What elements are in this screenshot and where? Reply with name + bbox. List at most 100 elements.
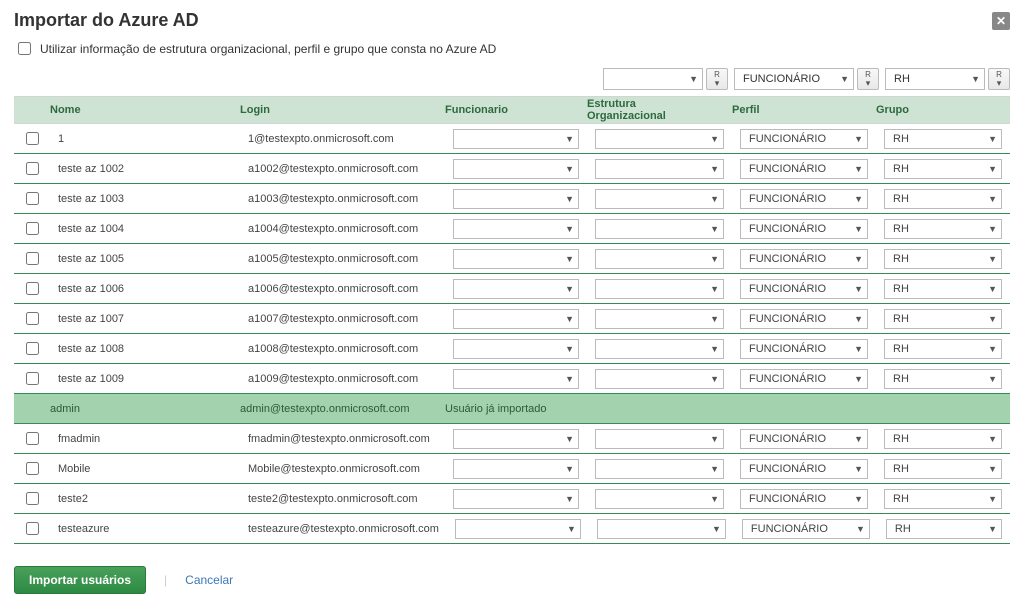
chevron-down-icon: ▼	[710, 374, 719, 384]
row-estrutura-combo[interactable]: ▼	[595, 129, 724, 149]
row-estrutura-combo[interactable]: ▼	[595, 249, 724, 269]
row-select-checkbox[interactable]	[26, 462, 39, 475]
row-grupo-combo[interactable]: RH▼	[886, 519, 1002, 539]
row-grupo-combo[interactable]: RH▼	[884, 129, 1002, 149]
row-select-checkbox[interactable]	[26, 132, 39, 145]
row-grupo-combo[interactable]: RH▼	[884, 219, 1002, 239]
chevron-down-icon: ▼	[710, 254, 719, 264]
row-estrutura-combo[interactable]: ▼	[595, 159, 724, 179]
bulk-perfil-combo[interactable]: FUNCIONÁRIO ▼	[734, 68, 854, 90]
row-perfil-combo-value: FUNCIONÁRIO	[749, 493, 826, 505]
row-grupo-combo[interactable]: RH▼	[884, 459, 1002, 479]
chevron-down-icon: ▼	[854, 344, 863, 354]
row-estrutura-combo[interactable]: ▼	[597, 519, 726, 539]
row-grupo-combo-value: RH	[893, 433, 909, 445]
row-estrutura-combo[interactable]: ▼	[595, 219, 724, 239]
col-perfil: Perfil	[724, 104, 868, 116]
row-estrutura-combo[interactable]: ▼	[595, 459, 724, 479]
row-estrutura-combo[interactable]: ▼	[595, 429, 724, 449]
row-funcionario-combo[interactable]: ▼	[453, 429, 579, 449]
row-estrutura-combo[interactable]: ▼	[595, 309, 724, 329]
bulk-funcionario-combo[interactable]: ▼	[603, 68, 703, 90]
row-estrutura-combo[interactable]: ▼	[595, 339, 724, 359]
row-estrutura-combo[interactable]: ▼	[595, 489, 724, 509]
cancel-link[interactable]: Cancelar	[185, 573, 233, 587]
row-select-checkbox[interactable]	[26, 282, 39, 295]
row-perfil-combo[interactable]: FUNCIONÁRIO▼	[740, 189, 868, 209]
chevron-down-icon: ▼	[710, 344, 719, 354]
chevron-down-icon: ▼	[565, 164, 574, 174]
row-grupo-combo[interactable]: RH▼	[884, 339, 1002, 359]
row-grupo-combo[interactable]: RH▼	[884, 309, 1002, 329]
import-users-button[interactable]: Importar usuários	[14, 566, 146, 594]
row-select-checkbox[interactable]	[26, 342, 39, 355]
row-grupo-combo[interactable]: RH▼	[884, 489, 1002, 509]
row-grupo-combo[interactable]: RH▼	[884, 279, 1002, 299]
row-funcionario-combo[interactable]: ▼	[453, 129, 579, 149]
row-estrutura-combo[interactable]: ▼	[595, 279, 724, 299]
row-select-checkbox[interactable]	[26, 252, 39, 265]
cell-nome: teste az 1008	[50, 343, 240, 355]
row-grupo-combo[interactable]: RH▼	[884, 159, 1002, 179]
row-select-checkbox[interactable]	[26, 372, 39, 385]
row-perfil-combo[interactable]: FUNCIONÁRIO▼	[740, 489, 868, 509]
row-perfil-combo[interactable]: FUNCIONÁRIO▼	[740, 219, 868, 239]
row-select-checkbox[interactable]	[26, 432, 39, 445]
row-funcionario-combo[interactable]: ▼	[453, 459, 579, 479]
row-perfil-combo[interactable]: FUNCIONÁRIO▼	[740, 309, 868, 329]
row-perfil-combo[interactable]: FUNCIONÁRIO▼	[740, 369, 868, 389]
row-estrutura-combo[interactable]: ▼	[595, 189, 724, 209]
row-select-checkbox[interactable]	[26, 492, 39, 505]
row-funcionario-combo[interactable]: ▼	[453, 249, 579, 269]
row-funcionario-combo[interactable]: ▼	[455, 519, 581, 539]
row-perfil-combo[interactable]: FUNCIONÁRIO▼	[740, 429, 868, 449]
row-perfil-combo-value: FUNCIONÁRIO	[749, 193, 826, 205]
chevron-down-icon: ▼	[565, 464, 574, 474]
row-funcionario-combo[interactable]: ▼	[453, 339, 579, 359]
use-azure-info-checkbox[interactable]	[18, 42, 31, 55]
row-perfil-combo[interactable]: FUNCIONÁRIO▼	[740, 279, 868, 299]
chevron-down-icon: ▼	[565, 254, 574, 264]
row-funcionario-combo[interactable]: ▼	[453, 189, 579, 209]
row-funcionario-combo[interactable]: ▼	[453, 219, 579, 239]
bulk-apply-grupo-button[interactable]: R ▾	[988, 68, 1010, 90]
row-funcionario-combo[interactable]: ▼	[453, 489, 579, 509]
chevron-down-icon: ▼	[988, 224, 997, 234]
row-select-checkbox[interactable]	[26, 222, 39, 235]
row-perfil-combo[interactable]: FUNCIONÁRIO▼	[740, 249, 868, 269]
row-grupo-combo[interactable]: RH▼	[884, 189, 1002, 209]
bulk-apply-perfil-button[interactable]: R ▾	[857, 68, 879, 90]
row-funcionario-combo[interactable]: ▼	[453, 279, 579, 299]
row-select-checkbox[interactable]	[26, 162, 39, 175]
row-funcionario-combo[interactable]: ▼	[453, 369, 579, 389]
row-select-checkbox[interactable]	[26, 192, 39, 205]
cell-nome: fmadmin	[50, 433, 240, 445]
chevron-down-icon: ▼	[856, 524, 865, 534]
row-funcionario-combo[interactable]: ▼	[453, 309, 579, 329]
chevron-down-icon: ▼	[854, 254, 863, 264]
bulk-apply-estrutura-button[interactable]: R ▾	[706, 68, 728, 90]
row-grupo-combo-value: RH	[895, 523, 911, 535]
chevron-down-icon: ▼	[988, 464, 997, 474]
bulk-grupo-combo[interactable]: RH ▼	[885, 68, 985, 90]
row-grupo-combo[interactable]: RH▼	[884, 249, 1002, 269]
chevron-down-icon: ▼	[988, 254, 997, 264]
row-grupo-combo[interactable]: RH▼	[884, 369, 1002, 389]
row-perfil-combo[interactable]: FUNCIONÁRIO▼	[740, 129, 868, 149]
chevron-down-icon: ▼	[565, 194, 574, 204]
row-perfil-combo[interactable]: FUNCIONÁRIO▼	[740, 459, 868, 479]
row-select-checkbox[interactable]	[26, 522, 39, 535]
table-row: teste2teste2@testexpto.onmicrosoft.com▼▼…	[14, 484, 1010, 514]
row-perfil-combo[interactable]: FUNCIONÁRIO▼	[740, 159, 868, 179]
row-select-checkbox[interactable]	[26, 312, 39, 325]
chevron-down-icon: ▼	[854, 314, 863, 324]
row-perfil-combo[interactable]: FUNCIONÁRIO▼	[742, 519, 870, 539]
chevron-down-icon: ▼	[710, 194, 719, 204]
table-row: teste az 1007a1007@testexpto.onmicrosoft…	[14, 304, 1010, 334]
row-perfil-combo[interactable]: FUNCIONÁRIO▼	[740, 339, 868, 359]
close-icon[interactable]: ✕	[992, 12, 1010, 30]
row-grupo-combo[interactable]: RH▼	[884, 429, 1002, 449]
row-funcionario-combo[interactable]: ▼	[453, 159, 579, 179]
row-estrutura-combo[interactable]: ▼	[595, 369, 724, 389]
chevron-down-icon: ▼	[689, 74, 698, 84]
